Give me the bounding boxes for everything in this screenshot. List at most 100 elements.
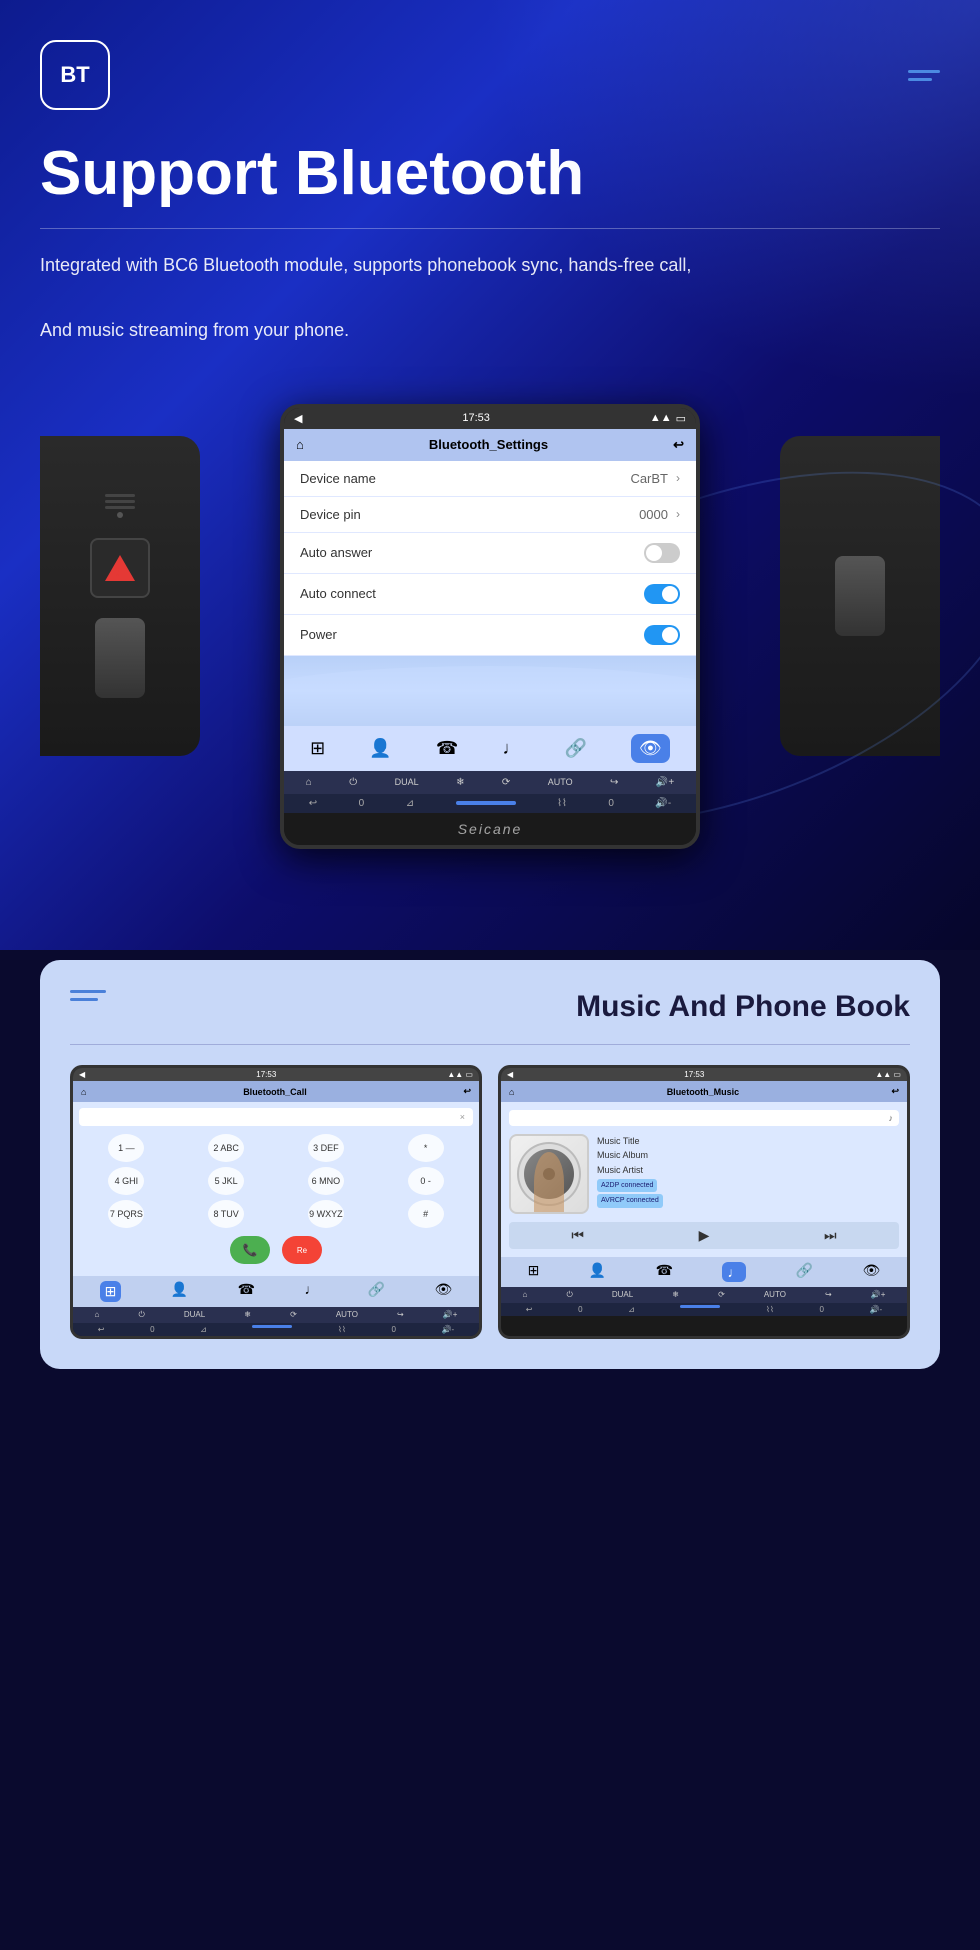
bottom-menu-icon[interactable]: [70, 990, 106, 1001]
dial-5[interactable]: 5 JKL: [208, 1167, 244, 1195]
ctrl-dual[interactable]: DUAL: [395, 777, 419, 787]
c-vol-up[interactable]: 🔊+: [443, 1310, 458, 1320]
music-nav-phone[interactable]: ☎: [656, 1262, 673, 1282]
ctrl-fan[interactable]: ⟳: [502, 777, 510, 788]
search-close-icon[interactable]: ×: [460, 1112, 465, 1122]
ctrl-auto[interactable]: AUTO: [548, 777, 573, 787]
call-back-arrow[interactable]: ◀: [79, 1070, 85, 1079]
ctrl-back[interactable]: ↩: [309, 798, 317, 809]
ctrl-vol-down[interactable]: 🔊-: [655, 798, 671, 809]
music-search-bar[interactable]: ♪: [509, 1110, 899, 1126]
bottom-section-wrapper: Music And Phone Book ◀ 17:53 ▲▲ ▭ ⌂ Blue…: [0, 950, 980, 1399]
dial-2[interactable]: 2 ABC: [208, 1134, 244, 1162]
settings-row-auto-answer[interactable]: Auto answer: [284, 533, 696, 574]
call-screen: ◀ 17:53 ▲▲ ▭ ⌂ Bluetooth_Call ↩ × 1 —: [70, 1065, 482, 1339]
nav-link-icon[interactable]: 🔗: [565, 738, 587, 759]
settings-row-device-pin[interactable]: Device pin 0000 ›: [284, 497, 696, 533]
dial-7[interactable]: 7 PQRS: [108, 1200, 144, 1228]
ctrl-power[interactable]: ⏻: [349, 777, 357, 788]
dial-6[interactable]: 6 MNO: [308, 1167, 344, 1195]
prev-track-btn[interactable]: ⏮: [571, 1227, 584, 1244]
music-home-icon[interactable]: ⌂: [509, 1087, 514, 1097]
menu-icon[interactable]: [908, 70, 940, 81]
m-ac[interactable]: ❄: [672, 1290, 679, 1300]
call-nav-phone[interactable]: ☎: [238, 1281, 255, 1302]
c-power[interactable]: ⏻: [138, 1310, 144, 1320]
home-icon[interactable]: ⌂: [296, 437, 304, 452]
dial-4[interactable]: 4 GHI: [108, 1167, 144, 1195]
settings-row-auto-connect[interactable]: Auto connect: [284, 574, 696, 615]
dialpad: 1 — 2 ABC 3 DEF * 4 GHI 5 JKL 6 MNO 0 - …: [79, 1134, 473, 1228]
dial-8[interactable]: 8 TUV: [208, 1200, 244, 1228]
right-control-knob[interactable]: [835, 556, 885, 636]
c-back[interactable]: ↩: [98, 1325, 105, 1334]
music-nav-grid[interactable]: ⊞: [528, 1262, 540, 1282]
call-home-icon[interactable]: ⌂: [81, 1087, 86, 1097]
c-vol-d[interactable]: 🔊-: [441, 1325, 454, 1334]
auto-answer-toggle[interactable]: [644, 543, 680, 563]
dial-hash[interactable]: #: [408, 1200, 444, 1228]
dial-0[interactable]: 0 -: [408, 1167, 444, 1195]
dial-3[interactable]: 3 DEF: [308, 1134, 344, 1162]
ctrl-temp-down[interactable]: ⊿: [406, 798, 414, 809]
nav-user-icon[interactable]: 👤: [369, 738, 391, 759]
main-title: Support Bluetooth: [40, 140, 940, 208]
track-artist: Music Artist: [597, 1163, 663, 1177]
c-0-l: 0: [150, 1325, 154, 1334]
call-nav-user[interactable]: 👤: [171, 1281, 188, 1302]
ctrl-vol-up[interactable]: 🔊+: [656, 777, 674, 788]
dial-star[interactable]: *: [408, 1134, 444, 1162]
c-fan[interactable]: ⟳: [290, 1310, 297, 1320]
call-return-icon[interactable]: ↩: [463, 1086, 471, 1097]
c-dual[interactable]: DUAL: [184, 1310, 205, 1320]
music-return-icon[interactable]: ↩: [891, 1086, 899, 1097]
c-home[interactable]: ⌂: [95, 1310, 100, 1320]
m-back[interactable]: ↩: [526, 1305, 533, 1314]
dial-9[interactable]: 9 WXYZ: [308, 1200, 344, 1228]
call-button[interactable]: 📞: [230, 1236, 270, 1264]
dial-1[interactable]: 1 —: [108, 1134, 144, 1162]
m-vol-up[interactable]: 🔊+: [871, 1290, 886, 1300]
play-btn[interactable]: ▶: [699, 1227, 710, 1244]
m-recirc[interactable]: ↪: [825, 1290, 832, 1300]
power-toggle[interactable]: [644, 625, 680, 645]
settings-row-power[interactable]: Power: [284, 615, 696, 656]
c-ac[interactable]: ❄: [244, 1310, 251, 1320]
nav-grid-icon[interactable]: ⊞: [310, 738, 325, 759]
ctrl-ac[interactable]: ❄: [456, 777, 464, 788]
control-knob[interactable]: [95, 618, 145, 698]
m-power[interactable]: ⏻: [566, 1290, 572, 1300]
music-nav-eye[interactable]: 👁: [863, 1262, 881, 1282]
call-nav-link[interactable]: 🔗: [368, 1281, 385, 1302]
return-icon[interactable]: ↩: [673, 437, 684, 453]
music-nav-link[interactable]: 🔗: [796, 1262, 813, 1282]
music-nav-music[interactable]: ♩: [722, 1262, 746, 1282]
back-arrow[interactable]: ◀: [294, 412, 302, 425]
m-temp[interactable]: ⊿: [628, 1305, 635, 1314]
m-auto[interactable]: AUTO: [764, 1290, 786, 1300]
m-home[interactable]: ⌂: [523, 1290, 528, 1300]
c-temp[interactable]: ⊿: [200, 1325, 207, 1334]
nav-eye-icon[interactable]: 👁: [631, 734, 670, 763]
call-search-bar[interactable]: ×: [79, 1108, 473, 1126]
settings-row-device-name[interactable]: Device name CarBT ›: [284, 461, 696, 497]
c-recirc[interactable]: ↪: [397, 1310, 404, 1320]
nav-phone-icon[interactable]: ☎: [436, 738, 458, 759]
call-nav-music[interactable]: ♩: [304, 1281, 318, 1302]
ctrl-recirculate[interactable]: ↪: [610, 777, 618, 788]
ctrl-home[interactable]: ⌂: [306, 777, 312, 788]
redial-button[interactable]: Re: [282, 1236, 322, 1264]
music-controls: ⏮ ▶ ⏭: [509, 1222, 899, 1249]
music-nav-user[interactable]: 👤: [589, 1262, 606, 1282]
auto-connect-toggle[interactable]: [644, 584, 680, 604]
nav-music-icon[interactable]: ♩: [502, 738, 520, 759]
next-track-btn[interactable]: ⏭: [824, 1227, 837, 1244]
m-vol-d[interactable]: 🔊-: [869, 1305, 882, 1314]
m-fan[interactable]: ⟳: [718, 1290, 725, 1300]
call-nav-eye[interactable]: 👁: [435, 1281, 453, 1302]
m-dual[interactable]: DUAL: [612, 1290, 633, 1300]
warning-button[interactable]: [90, 538, 150, 598]
call-nav-grid[interactable]: ⊞: [100, 1281, 122, 1302]
c-auto[interactable]: AUTO: [336, 1310, 358, 1320]
music-back-arrow[interactable]: ◀: [507, 1070, 513, 1079]
